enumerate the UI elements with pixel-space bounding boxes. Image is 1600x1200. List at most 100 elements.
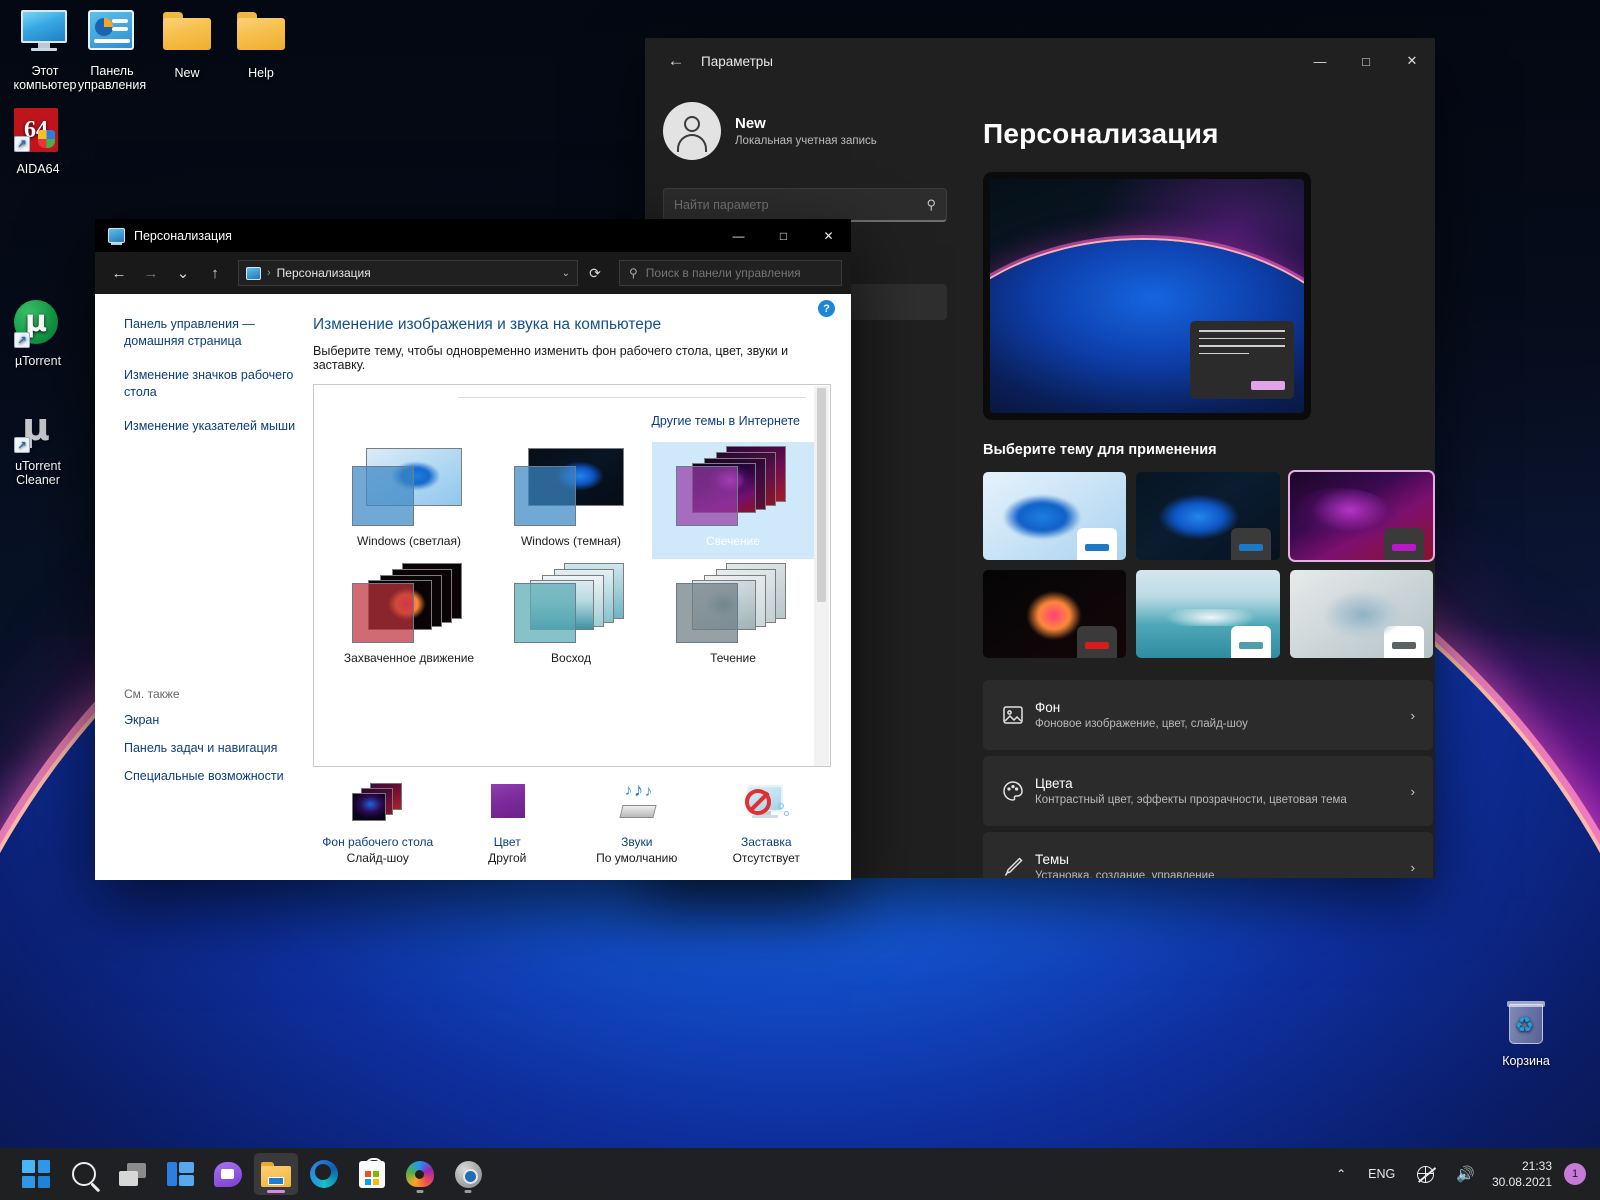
maximize-button[interactable]: □ — [761, 219, 806, 252]
close-button[interactable]: ✕ — [806, 219, 851, 252]
forward-arrow-icon[interactable]: → — [136, 258, 166, 288]
tray-overflow-button[interactable]: ⌃ — [1325, 1153, 1357, 1195]
task-view-button[interactable] — [110, 1153, 154, 1195]
clock-time: 21:33 — [1521, 1159, 1552, 1173]
minimize-button[interactable]: — — [1297, 38, 1343, 84]
settings-titlebar[interactable]: ← Параметры — □ ✕ — [645, 38, 1435, 84]
address-bar[interactable]: › Персонализация ⌄ — [238, 260, 578, 286]
settings-card-list: Фон Фоновое изображение, цвет, слайд-шоу… — [983, 680, 1433, 878]
control-panel-search-box[interactable]: ⚲ — [619, 260, 842, 286]
control-panel-window[interactable]: Персонализация — □ ✕ ← → ⌄ ↑ › Персонали… — [95, 219, 851, 880]
help-icon[interactable]: ? — [818, 300, 835, 317]
desktop-icon-recycle-bin[interactable]: ♻ Корзина — [1480, 1000, 1572, 1068]
taskbar[interactable]: ⌃ ENG 🔊 21:33 30.08.2021 1 — [0, 1148, 1600, 1200]
file-explorer-icon — [261, 1161, 291, 1187]
desktop-icon-help[interactable]: Help — [215, 12, 307, 80]
see-also-link-display[interactable]: Экран — [124, 712, 324, 729]
maximize-button[interactable]: □ — [1343, 38, 1389, 84]
clock[interactable]: 21:33 30.08.2021 — [1486, 1158, 1562, 1190]
theme-thumbnail — [350, 446, 468, 528]
sidebar-link-desktop-icons[interactable]: Изменение значков рабочего стола — [124, 367, 297, 401]
page-subheading: Выберите тему, чтобы одновременно измени… — [313, 344, 789, 372]
sounds-icon: ♪ ♪ ♪ — [609, 780, 665, 829]
volume-button[interactable]: 🔊 — [1445, 1153, 1486, 1195]
close-button[interactable]: ✕ — [1389, 38, 1435, 84]
theme-item-sunrise[interactable]: Восход — [490, 559, 652, 676]
widgets-button[interactable] — [158, 1153, 202, 1195]
theme-thumbnail — [350, 563, 468, 645]
edge-button[interactable] — [302, 1153, 346, 1195]
paint-button[interactable] — [398, 1153, 442, 1195]
chevron-down-icon[interactable]: ⌄ — [562, 268, 570, 279]
bottom-item-sounds[interactable]: ♪ ♪ ♪ Звуки По умолчанию — [572, 780, 702, 865]
language-indicator[interactable]: ENG — [1357, 1153, 1406, 1195]
card-desc: Контрастный цвет, эффекты прозрачности, … — [1035, 794, 1347, 806]
settings-gear-icon — [454, 1160, 482, 1188]
notification-badge[interactable]: 1 — [1564, 1163, 1586, 1185]
settings-card-colors[interactable]: Цвета Контрастный цвет, эффекты прозрачн… — [983, 756, 1433, 826]
desktop-icon-utorrent[interactable]: µ ↗ µTorrent — [0, 300, 84, 368]
back-arrow-icon[interactable]: ← — [104, 258, 134, 288]
see-also-link-taskbar[interactable]: Панель задач и навигация — [124, 740, 324, 757]
control-panel-window-title: Персонализация — [134, 228, 232, 243]
network-button[interactable] — [1406, 1153, 1445, 1195]
back-arrow-icon[interactable]: ← — [659, 46, 693, 76]
theme-thumbnail — [674, 563, 792, 645]
settings-button[interactable] — [446, 1153, 490, 1195]
control-panel-search-input[interactable] — [645, 266, 832, 280]
theme-name: Windows (светлая) — [357, 534, 461, 548]
settings-card-background[interactable]: Фон Фоновое изображение, цвет, слайд-шоу… — [983, 680, 1433, 750]
theme-tile-windows-dark[interactable] — [1136, 472, 1280, 560]
sidebar-link-home[interactable]: Панель управления — домашняя страница — [124, 316, 297, 350]
recycle-bin-icon: ♻ — [1502, 1000, 1550, 1048]
scrollbar-thumb[interactable] — [817, 388, 826, 602]
theme-list-box[interactable]: Другие темы в Интернете Windows (светлая… — [313, 384, 831, 767]
refresh-icon[interactable]: ⟳ — [580, 260, 610, 286]
user-profile[interactable]: New Локальная учетная запись — [663, 102, 947, 160]
folder-icon — [163, 12, 211, 60]
theme-grid — [983, 470, 1435, 658]
theme-name: Windows (темная) — [520, 534, 622, 548]
theme-tile-flow[interactable] — [1289, 570, 1433, 658]
theme-item-flow[interactable]: Течение — [652, 559, 814, 676]
theme-grid: Windows (светлая) Windows (темная) Свече… — [328, 442, 814, 676]
theme-tile-glow[interactable] — [1287, 470, 1435, 562]
chat-button[interactable] — [206, 1153, 250, 1195]
chevron-down-icon[interactable]: ⌄ — [168, 258, 198, 288]
desktop-icon-utorrent-cleaner[interactable]: µ ↗ uTorrent Cleaner — [0, 405, 84, 487]
theme-tile-sunrise[interactable] — [1136, 570, 1280, 658]
minimize-button[interactable]: — — [716, 219, 761, 252]
see-also-link-accessibility[interactable]: Специальные возможности — [124, 768, 324, 785]
file-explorer-button[interactable] — [254, 1153, 298, 1195]
theme-item-windows-light[interactable]: Windows (светлая) — [328, 442, 490, 559]
chevron-right-icon: › — [1410, 783, 1415, 799]
theme-item-windows-dark[interactable]: Windows (темная) — [490, 442, 652, 559]
theme-name: Восход — [551, 651, 591, 665]
settings-search-box[interactable]: ⚲ — [663, 188, 947, 222]
sidebar-link-mouse-pointers[interactable]: Изменение указателей мыши — [124, 418, 297, 435]
bottom-item-color[interactable]: Цвет Другой — [443, 783, 573, 865]
theme-item-captured-motion[interactable]: Захваченное движение — [328, 559, 490, 676]
paint-icon — [406, 1161, 434, 1187]
theme-tile-windows-light[interactable] — [983, 472, 1127, 560]
theme-list-scrollbar[interactable] — [814, 386, 829, 766]
taskbar-running-indicator — [416, 1190, 424, 1193]
bottom-item-screensaver[interactable]: Заставка Отсутствует — [702, 783, 832, 865]
control-panel-titlebar[interactable]: Персонализация — □ ✕ — [95, 219, 851, 252]
utorrent-cleaner-icon: µ ↗ — [14, 405, 62, 453]
card-desc: Установка, создание, управление — [1035, 870, 1215, 878]
desktop-icon-aida64[interactable]: 64 ↗ AIDA64 — [0, 108, 84, 176]
search-button[interactable] — [62, 1153, 106, 1195]
theme-item-glow[interactable]: Свечение — [652, 442, 814, 559]
theme-tile-captured-motion[interactable] — [983, 570, 1127, 658]
more-themes-link[interactable]: Другие темы в Интернете — [328, 398, 814, 442]
up-arrow-icon[interactable]: ↑ — [200, 258, 230, 288]
breadcrumb: Персонализация — [276, 266, 371, 280]
image-icon — [1001, 703, 1035, 727]
bottom-item-desktop-background[interactable]: Фон рабочего стола Слайд-шоу — [313, 783, 443, 865]
settings-search-input[interactable] — [674, 197, 927, 212]
start-button[interactable] — [14, 1153, 58, 1195]
settings-card-themes[interactable]: Темы Установка, создание, управление › — [983, 832, 1433, 878]
bottom-item-value: Слайд-шоу — [346, 851, 409, 865]
microsoft-store-button[interactable] — [350, 1153, 394, 1195]
